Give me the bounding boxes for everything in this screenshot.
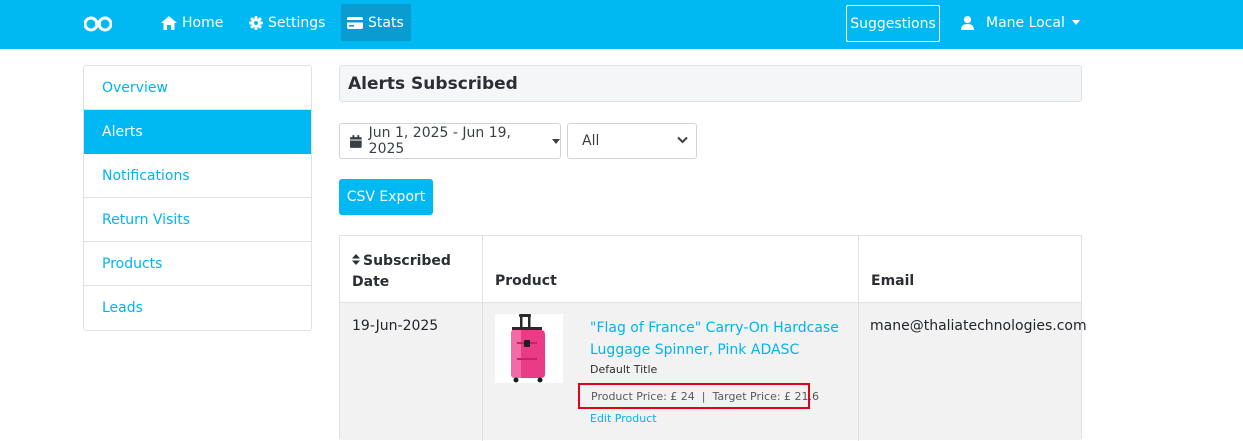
sidebar-item-products[interactable]: Products [84, 242, 311, 286]
calendar-icon [350, 134, 362, 148]
column-header-email: Email [871, 273, 915, 289]
user-name: Mane Local [986, 14, 1065, 31]
header-date-line2: Date [352, 274, 390, 290]
alerts-table: Subscribed Date Product Email 19-Jun-202… [339, 235, 1087, 441]
product-title-link[interactable]: "Flag of France" Carry-On Hardcase Lugga… [590, 317, 840, 361]
caret-down-icon [1071, 20, 1080, 25]
product-variant: Default Title [590, 363, 658, 376]
filter-select[interactable]: All [567, 123, 697, 159]
column-header-product: Product [483, 236, 859, 302]
sidebar-item-leads[interactable]: Leads [84, 286, 311, 330]
email-cell: mane@thaliatechnologies.com [870, 318, 1087, 334]
nav-stats-label: Stats [368, 14, 404, 31]
price-info-text: Product Price: £ 24 | Target Price: £ 21… [591, 389, 820, 403]
binoculars-icon[interactable] [84, 15, 112, 33]
column-header-subscribed-date[interactable]: Subscribed Date [340, 236, 483, 302]
product-cell: "Flag of France" Carry-On Hardcase Lugga… [483, 303, 859, 441]
date-range-value: Jun 1, 2025 - Jun 19, 2025 [368, 125, 511, 157]
user-icon [961, 15, 974, 30]
date-range-picker[interactable]: Jun 1, 2025 - Jun 19, 2025 [339, 123, 561, 159]
sidebar-item-overview[interactable]: Overview [84, 66, 311, 110]
chevron-down-icon [677, 136, 688, 144]
sidebar-item-notifications[interactable]: Notifications [84, 154, 311, 198]
nav-home-label: Home [182, 14, 224, 31]
table-row: 19-Jun-2025 "Flag of France" Carry-On Ha… [340, 302, 1087, 441]
caret-down-icon [552, 138, 560, 144]
page-title: Alerts Subscribed [339, 65, 1082, 102]
price-info-highlight: Product Price: £ 24 | Target Price: £ 21… [578, 383, 819, 409]
csv-export-button[interactable]: CSV Export [339, 179, 433, 215]
nav-settings-label: Settings [268, 14, 326, 31]
sidebar-menu: Overview Alerts Notifications Return Vis… [83, 65, 312, 331]
user-menu-dropdown[interactable]: Mane Local [961, 0, 1080, 45]
sidebar-item-alerts[interactable]: Alerts [84, 110, 311, 154]
suggestions-button[interactable]: Suggestions [846, 5, 940, 42]
nav-stats-link[interactable]: Stats [341, 4, 411, 41]
gear-icon [249, 15, 263, 30]
subscribed-date-cell: 19-Jun-2025 [340, 303, 483, 441]
credit-card-icon [347, 16, 363, 29]
top-navbar: Home Settings Stats Suggestions Mane Loc… [0, 0, 1243, 49]
home-icon [161, 15, 177, 30]
header-date-line1: Subscribed [363, 253, 451, 269]
filter-select-value: All [582, 133, 600, 149]
nav-home-link[interactable]: Home [161, 0, 223, 45]
sort-icon [352, 254, 360, 265]
edit-product-link[interactable]: Edit Product [590, 412, 657, 425]
product-thumbnail[interactable] [495, 314, 563, 383]
nav-settings-link[interactable]: Settings [249, 0, 325, 45]
sidebar-item-return-visits[interactable]: Return Visits [84, 198, 311, 242]
